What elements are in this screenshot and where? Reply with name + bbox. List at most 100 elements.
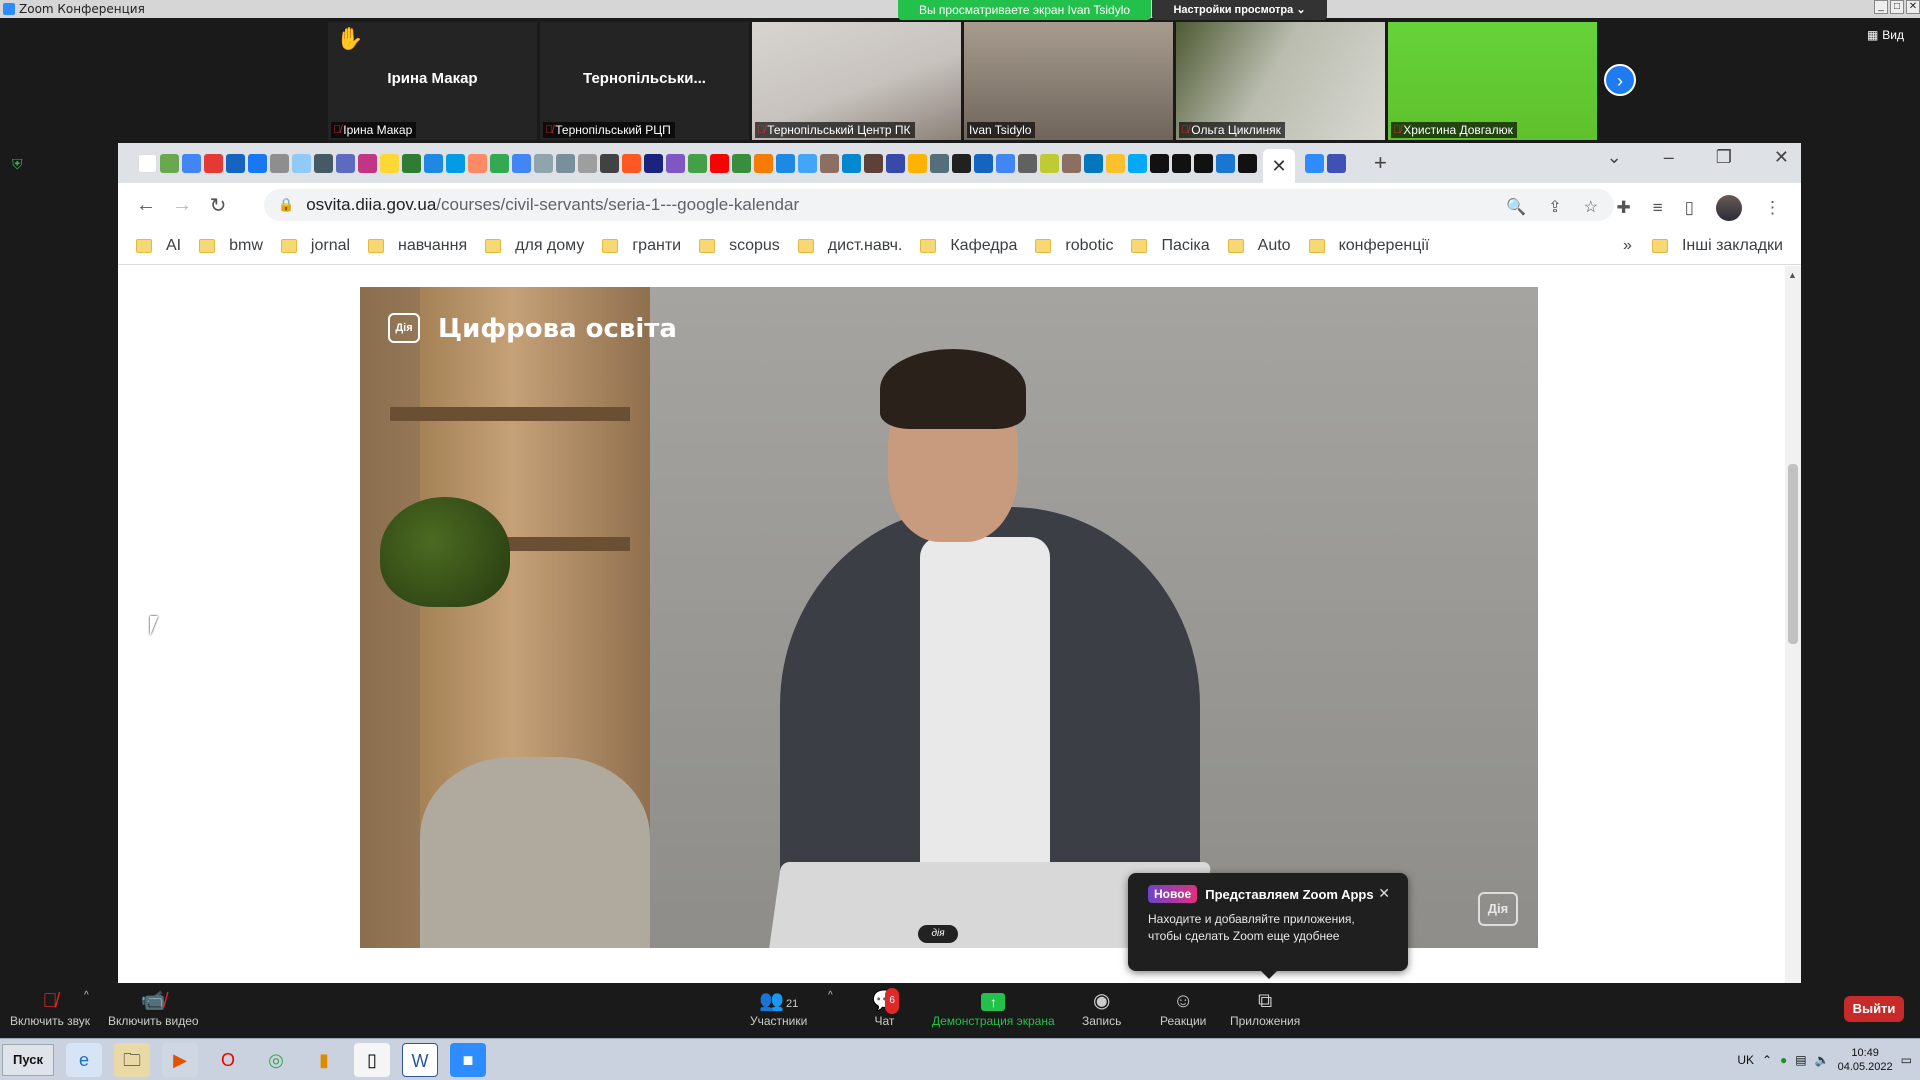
participant-video-tile[interactable]: 🎙̸ Тернопільський Центр ПК <box>752 22 961 140</box>
volume-icon[interactable]: 🔈 <box>1815 1053 1830 1067</box>
word-icon[interactable]: W <box>402 1043 438 1077</box>
new-tab-icon[interactable]: + <box>1374 150 1387 176</box>
record-button[interactable]: ◉ Запись <box>1082 988 1121 1028</box>
tab-icon[interactable] <box>732 153 751 173</box>
youtube-tab-icon[interactable] <box>710 153 729 173</box>
tab-icon[interactable] <box>424 153 443 173</box>
participant-video-tile[interactable]: 🎙̸ Христина Довгалюк <box>1388 22 1597 140</box>
participant-video-tile[interactable]: Ivan Tsidylo <box>964 22 1173 140</box>
tooltip-close-icon[interactable]: ✕ <box>1378 885 1390 902</box>
tab-icon[interactable] <box>820 153 839 173</box>
instagram-tab-icon[interactable] <box>358 153 377 173</box>
maximize-button[interactable]: □ <box>1890 0 1904 14</box>
participant-video-tile[interactable]: 🎙̸ Ольга Циклиняк <box>1176 22 1385 140</box>
tab-icon[interactable] <box>1040 153 1059 173</box>
audio-options-caret-icon[interactable]: ^ <box>84 990 89 1001</box>
bookmark-folder[interactable]: гранти <box>602 237 681 255</box>
bookmark-folder[interactable]: конференції <box>1308 237 1429 255</box>
zoom-tab-icon[interactable] <box>1305 153 1324 173</box>
scroll-up-arrow-icon[interactable]: ▲ <box>1788 270 1797 280</box>
tab-icon[interactable] <box>798 153 817 173</box>
restore-icon[interactable]: ❐ <box>1716 147 1732 168</box>
tab-icon[interactable] <box>930 153 949 173</box>
tab-icon[interactable] <box>1194 153 1213 173</box>
side-panel-icon[interactable]: ▯ <box>1685 198 1694 218</box>
tray-expand-icon[interactable]: ⌃ <box>1762 1053 1772 1067</box>
tab-icon[interactable] <box>842 153 861 173</box>
tab-icon[interactable] <box>1238 153 1257 173</box>
tab-icon[interactable] <box>380 153 399 173</box>
apps-button[interactable]: ⧉ Приложения <box>1230 988 1300 1028</box>
minimize-button[interactable]: _ <box>1874 0 1888 14</box>
tab-icon[interactable] <box>1128 153 1147 173</box>
facebook-tab-icon[interactable] <box>248 153 267 173</box>
bookmark-folder[interactable]: для дому <box>485 237 584 255</box>
forward-arrow-icon[interactable]: → <box>164 194 200 217</box>
tab-icon[interactable] <box>952 153 971 173</box>
tab-icon[interactable] <box>886 153 905 173</box>
tab-icon[interactable] <box>644 153 663 173</box>
bookmark-folder[interactable]: bmw <box>199 237 263 255</box>
bookmark-folder[interactable]: дист.навч. <box>797 237 902 255</box>
view-settings-dropdown[interactable]: Настройки просмотра ⌄ <box>1152 0 1327 20</box>
translate-tab-icon[interactable] <box>182 153 201 173</box>
tab-icon[interactable] <box>468 153 487 173</box>
minimize-icon[interactable]: – <box>1664 147 1674 168</box>
share-screen-button[interactable]: ↑ Демонстрация экрана <box>932 988 1055 1028</box>
participants-button[interactable]: 👥 21 Участники <box>750 988 807 1028</box>
zoom-magnifier-icon[interactable]: 🔍 <box>1506 197 1526 217</box>
file-explorer-icon[interactable]: 🗀 <box>114 1043 150 1077</box>
tab-icon[interactable] <box>754 153 773 173</box>
tab-icon[interactable] <box>270 153 289 173</box>
bookmark-folder[interactable]: Auto <box>1227 237 1291 255</box>
tab-icon[interactable] <box>446 153 465 173</box>
back-arrow-icon[interactable]: ← <box>128 194 164 217</box>
internet-explorer-icon[interactable]: e <box>66 1043 102 1077</box>
tab-icon[interactable] <box>1150 153 1169 173</box>
tab-icon[interactable] <box>204 153 223 173</box>
tab-icon[interactable] <box>974 153 993 173</box>
close-window-icon[interactable]: ✕ <box>1774 147 1789 168</box>
bookmark-folder[interactable]: AI <box>136 237 181 255</box>
page-scrollbar[interactable]: ▲ <box>1785 266 1801 983</box>
opera-icon[interactable]: O <box>210 1043 246 1077</box>
bookmark-folder[interactable]: Кафедра <box>920 237 1017 255</box>
tab-icon[interactable] <box>1327 153 1346 173</box>
tab-icon[interactable] <box>402 153 421 173</box>
google-tab-icon[interactable] <box>996 153 1015 173</box>
tab-icon[interactable] <box>600 153 619 173</box>
network-icon[interactable]: ▤ <box>1795 1053 1806 1067</box>
scrollbar-thumb[interactable] <box>1788 464 1798 644</box>
media-control-icon[interactable]: ≡ <box>1653 198 1663 218</box>
tab-icon[interactable] <box>864 153 883 173</box>
language-indicator[interactable]: UK <box>1737 1053 1754 1067</box>
media-player-icon[interactable]: ▶ <box>162 1043 198 1077</box>
close-button[interactable]: ✕ <box>1906 0 1920 14</box>
view-button[interactable]: ▦ Вид <box>1867 28 1904 42</box>
gmail-tab-icon[interactable] <box>138 153 157 173</box>
unmute-button[interactable]: 🎙̸ Включить звук <box>10 988 90 1028</box>
reactions-button[interactable]: ☺ Реакции <box>1160 988 1206 1028</box>
bookmark-star-icon[interactable]: ☆ <box>1584 197 1598 217</box>
bookmark-folder[interactable]: scopus <box>699 237 780 255</box>
show-desktop-icon[interactable]: ▭ <box>1901 1053 1912 1067</box>
tab-icon[interactable] <box>1106 153 1125 173</box>
profile-avatar[interactable] <box>1716 195 1742 221</box>
share-icon[interactable]: ⇪ <box>1548 197 1561 217</box>
extensions-puzzle-icon[interactable]: ✚ <box>1616 198 1630 218</box>
tab-icon[interactable] <box>776 153 795 173</box>
active-tab-close-icon[interactable]: ✕ <box>1263 149 1295 183</box>
tab-icon[interactable] <box>1172 153 1191 173</box>
tray-app-icon[interactable]: ● <box>1780 1053 1787 1067</box>
tab-icon[interactable] <box>226 153 245 173</box>
address-bar[interactable]: 🔒 osvita.diia.gov.ua/courses/civil-serva… <box>264 189 1614 221</box>
tab-icon[interactable] <box>666 153 685 173</box>
tab-icon[interactable] <box>1062 153 1081 173</box>
participant-tile[interactable]: Тернопільськи... 🎙̸ Тернопільський РЦП <box>540 22 749 140</box>
bookmark-folder[interactable]: Пасіка <box>1131 237 1210 255</box>
other-bookmarks-folder[interactable]: Інші закладки <box>1651 237 1783 255</box>
bookmark-folder[interactable]: robotic <box>1035 237 1113 255</box>
tab-icon[interactable] <box>1084 153 1103 173</box>
tab-icon[interactable] <box>1018 153 1037 173</box>
chat-button[interactable]: 💬6 Чат <box>872 988 899 1028</box>
